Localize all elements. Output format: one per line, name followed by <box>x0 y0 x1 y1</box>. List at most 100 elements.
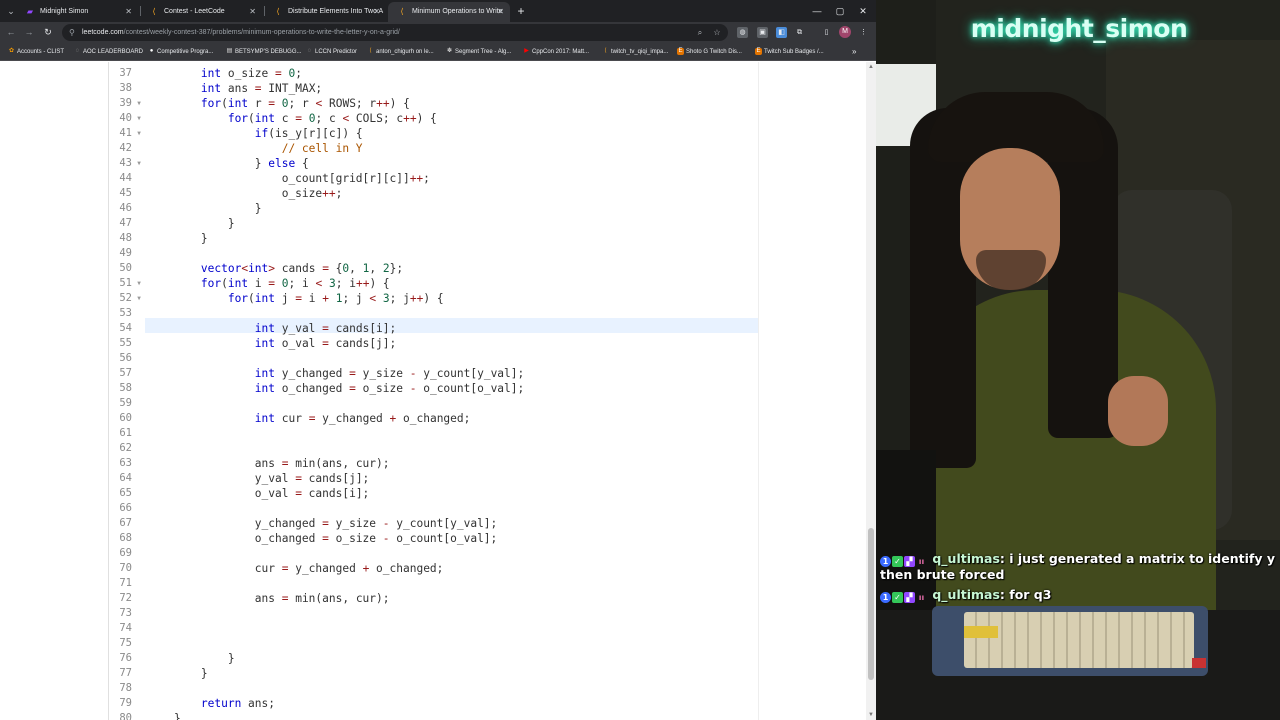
close-tab-icon[interactable]: ✕ <box>249 2 256 22</box>
close-tab-icon[interactable]: ✕ <box>497 2 504 22</box>
code-line[interactable]: 78 <box>109 681 758 696</box>
maximize-button[interactable]: ▢ <box>829 2 851 20</box>
code-line[interactable]: 73 <box>109 606 758 621</box>
reload-icon[interactable]: ↻ <box>40 24 56 41</box>
bookmark-item[interactable]: E Shoto G Twitch Dis... <box>677 43 742 61</box>
code-line[interactable]: 53 <box>109 306 758 321</box>
address-bar[interactable]: ⚲ leetcode.com/contest/weekly-contest-38… <box>62 24 728 41</box>
bookmark-item[interactable]: ▤ BETSYMP'S DEBUGG... <box>226 43 302 61</box>
new-tab-button[interactable]: + <box>514 2 528 20</box>
code-line[interactable]: 72 ans = min(ans, cur); <box>109 591 758 606</box>
fold-arrow-icon[interactable]: ▼ <box>135 291 143 306</box>
code-line[interactable]: 80 } <box>109 711 758 720</box>
line-number: 67 <box>119 517 132 529</box>
extension-icon[interactable]: ▣ <box>757 27 768 38</box>
code-line[interactable]: 47 } <box>109 216 758 231</box>
code-line[interactable]: 57 int y_changed = y_size - y_count[y_va… <box>109 366 758 381</box>
tab-distribute-elements[interactable]: ⟨ Distribute Elements Into Two A ✕ <box>264 2 386 22</box>
tab-midnight-simon[interactable]: ▰ Midnight Simon ✕ <box>16 2 138 22</box>
code-line[interactable]: 42 // cell in Y <box>109 141 758 156</box>
close-tab-icon[interactable]: ✕ <box>125 2 132 22</box>
code-line[interactable]: 44 o_count[grid[r][c]]++; <box>109 171 758 186</box>
profile-avatar[interactable]: M <box>839 26 851 38</box>
code-line[interactable]: 40 ▼ for(int c = 0; c < COLS; c++) { <box>109 111 758 126</box>
line-number: 63 <box>119 457 132 469</box>
fold-arrow-icon[interactable]: ▼ <box>135 126 143 141</box>
scroll-up-arrow-icon[interactable]: ▲ <box>866 62 876 72</box>
bookmark-item[interactable]: ⟨ anton_chigurh on le... <box>367 43 433 61</box>
code-line[interactable]: 66 <box>109 501 758 516</box>
code-line[interactable]: 46 } <box>109 201 758 216</box>
tab-contest-leetcode[interactable]: ⟨ Contest - LeetCode ✕ <box>140 2 262 22</box>
code-line[interactable]: 43 ▼ } else { <box>109 156 758 171</box>
code-line[interactable]: 54 int y_val = cands[i]; <box>109 321 758 336</box>
code-line[interactable]: 69 <box>109 546 758 561</box>
code-line[interactable]: 41 ▼ if(is_y[r][c]) { <box>109 126 758 141</box>
more-bookmarks-icon[interactable]: » <box>852 43 856 61</box>
scrollbar-thumb[interactable] <box>868 528 874 680</box>
extension-icon[interactable]: ◍ <box>737 27 748 38</box>
bookmark-item[interactable]: ✽ Segment Tree - Alg... <box>446 43 511 61</box>
minimize-button[interactable]: — <box>806 2 828 20</box>
code-line[interactable]: 58 int o_changed = o_size - o_count[o_va… <box>109 381 758 396</box>
fold-arrow-icon[interactable]: ▼ <box>135 111 143 126</box>
code-line[interactable]: 45 o_size++; <box>109 186 758 201</box>
bookmark-item[interactable]: E Twitch Sub Badges /... <box>755 43 824 61</box>
bookmark-item[interactable]: ◌ AOC LEADERBOARD <box>74 43 143 61</box>
code-line[interactable]: 52 ▼ for(int j = i + 1; j < 3; j++) { <box>109 291 758 306</box>
forward-arrow-icon[interactable]: → <box>21 24 37 41</box>
code-line[interactable]: 48 } <box>109 231 758 246</box>
bookmark-item[interactable]: ● Competitive Progra... <box>148 43 214 61</box>
code-line[interactable]: 39 ▼ for(int r = 0; r < ROWS; r++) { <box>109 96 758 111</box>
code-line[interactable]: 76 } <box>109 651 758 666</box>
code-line[interactable]: 37 int o_size = 0; <box>109 66 758 81</box>
bookmark-item[interactable]: ◌ LCCN Predictor <box>306 43 357 61</box>
code-line[interactable]: 62 <box>109 441 758 456</box>
code-text: for(int j = i + 1; j < 3; j++) { <box>227 292 444 305</box>
bookmark-item[interactable]: ✿ Accounts - CLIST <box>8 43 64 61</box>
code-line[interactable]: 67 y_changed = y_size - y_count[y_val]; <box>109 516 758 531</box>
scroll-down-arrow-icon[interactable]: ▼ <box>866 710 876 720</box>
site-info-icon[interactable]: ⚲ <box>69 24 75 41</box>
close-window-button[interactable]: ✕ <box>852 2 874 20</box>
code-text: o_val = cands[i]; <box>147 487 370 500</box>
code-line[interactable]: 68 o_changed = o_size - o_count[o_val]; <box>109 531 758 546</box>
menu-kebab-icon[interactable]: ⋮ <box>858 27 869 38</box>
tab-minimum-operations[interactable]: ⟨ Minimum Operations to Write ✕ <box>388 2 510 22</box>
bookmark-item[interactable]: ▶ CppCon 2017: Matt... <box>523 43 589 61</box>
code-line[interactable]: 63 ans = min(ans, cur); <box>109 456 758 471</box>
code-line[interactable]: 75 <box>109 636 758 651</box>
back-arrow-icon[interactable]: ← <box>3 24 19 41</box>
code-editor[interactable]: 37 int o_size = 0; 38 int ans = INT_MAX; 3… <box>108 62 758 720</box>
fold-arrow-icon[interactable]: ▼ <box>135 156 143 171</box>
code-line[interactable]: 38 int ans = INT_MAX; <box>109 81 758 96</box>
code-line[interactable]: 61 <box>109 426 758 441</box>
line-number: 53 <box>119 307 132 319</box>
code-line[interactable]: 56 <box>109 351 758 366</box>
bookmark-star-icon[interactable]: ☆ <box>710 24 724 41</box>
code-line[interactable]: 65 o_val = cands[i]; <box>109 486 758 501</box>
code-line[interactable]: 64 y_val = cands[j]; <box>109 471 758 486</box>
code-line[interactable]: 74 <box>109 621 758 636</box>
bookmark-e-icon: E <box>755 48 762 55</box>
code-line[interactable]: 49 <box>109 246 758 261</box>
fold-arrow-icon[interactable]: ▼ <box>135 276 143 291</box>
zoom-search-icon[interactable]: ⌕ <box>693 24 707 41</box>
fold-arrow-icon[interactable]: ▼ <box>135 96 143 111</box>
line-number: 73 <box>119 607 132 619</box>
extension-icon[interactable]: ◧ <box>776 27 787 38</box>
bookmark-item[interactable]: ⟨ twitch_tv_qiqi_impa... <box>602 43 668 61</box>
code-line[interactable]: 70 cur = y_changed + o_changed; <box>109 561 758 576</box>
code-line[interactable]: 51 ▼ for(int i = 0; i < 3; i++) { <box>109 276 758 291</box>
code-line[interactable]: 59 <box>109 396 758 411</box>
line-number: 50 <box>119 262 132 274</box>
code-line[interactable]: 55 int o_val = cands[j]; <box>109 336 758 351</box>
code-line[interactable]: 50 vector<int> cands = {0, 1, 2}; <box>109 261 758 276</box>
code-line[interactable]: 77 } <box>109 666 758 681</box>
extensions-puzzle-icon[interactable]: ⧉ <box>794 27 805 38</box>
close-tab-icon[interactable]: ✕ <box>373 2 380 22</box>
code-line[interactable]: 60 int cur = y_changed + o_changed; <box>109 411 758 426</box>
side-panel-icon[interactable]: ▯ <box>821 27 832 38</box>
code-line[interactable]: 79 return ans; <box>109 696 758 711</box>
code-line[interactable]: 71 <box>109 576 758 591</box>
